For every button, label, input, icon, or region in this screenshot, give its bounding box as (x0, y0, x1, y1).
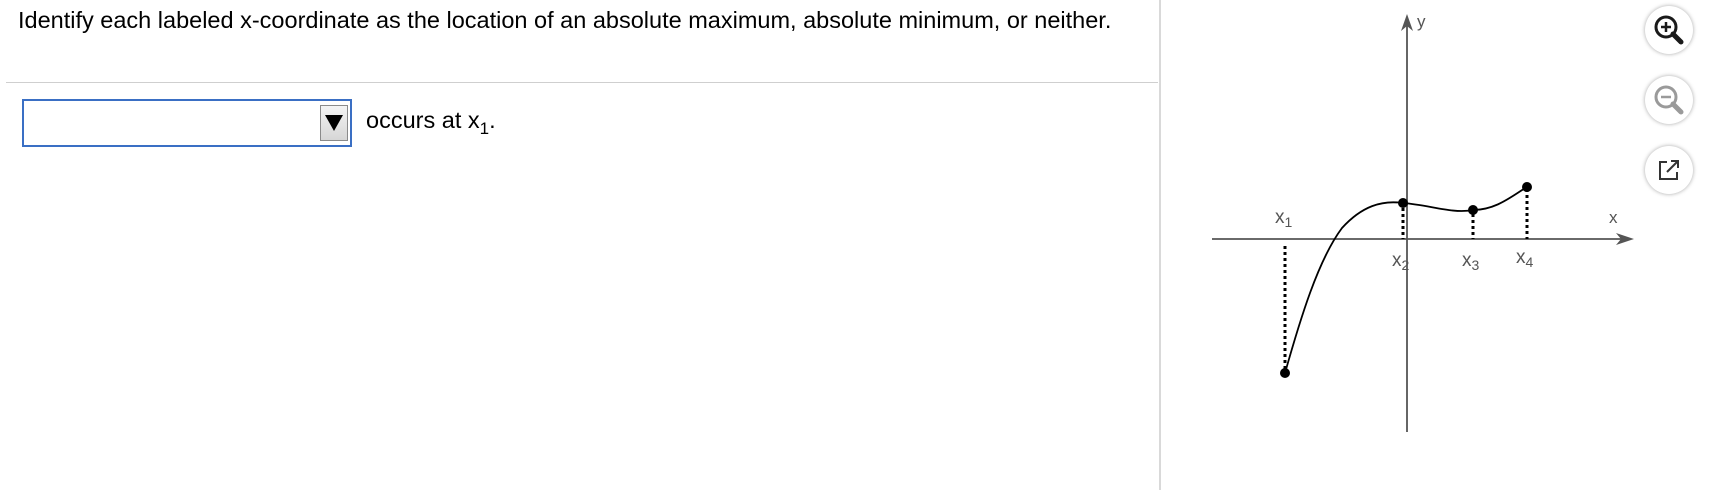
answer-period: . (489, 107, 496, 133)
function-curve (1284, 186, 1528, 374)
answer-statement: occurs at x1. (366, 107, 496, 139)
zoom-in-button[interactable] (1645, 6, 1693, 54)
point-x1 (1280, 368, 1290, 378)
graph-pane: y x x1 x2 x3 x4 (1161, 0, 1734, 490)
divider (6, 82, 1158, 83)
point-x4 (1522, 182, 1532, 192)
popout-button[interactable] (1645, 146, 1693, 194)
zoom-out-icon (1654, 85, 1684, 115)
zoom-in-icon (1654, 15, 1684, 45)
answer-subscript: 1 (479, 119, 490, 138)
y-axis-label: y (1417, 12, 1426, 31)
zoom-out-button[interactable] (1645, 76, 1693, 124)
point-x3 (1468, 205, 1478, 215)
question-prompt: Identify each labeled x-coordinate as th… (18, 7, 1112, 33)
external-link-icon (1659, 160, 1679, 180)
label-x3: x3 (1462, 250, 1480, 273)
answer-row: occurs at x1. (22, 97, 496, 149)
answer-text: occurs at x (366, 107, 480, 133)
function-graph: y x x1 x2 x3 x4 (1212, 12, 1634, 432)
answer-dropdown[interactable] (22, 99, 352, 147)
point-x2 (1398, 198, 1408, 208)
label-x1: x1 (1275, 207, 1293, 230)
question-pane: Identify each labeled x-coordinate as th… (0, 0, 1160, 490)
dropdown-arrow-icon[interactable] (320, 105, 348, 141)
label-x4: x4 (1516, 247, 1534, 270)
x-axis-label: x (1609, 208, 1618, 227)
